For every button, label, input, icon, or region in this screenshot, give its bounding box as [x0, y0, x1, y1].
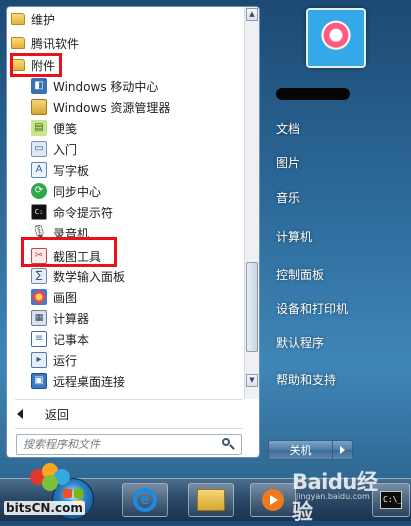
program-label: 远程桌面连接 — [53, 374, 126, 389]
search-input[interactable] — [17, 435, 219, 454]
right-menu-pictures[interactable]: 图片 — [270, 148, 400, 176]
right-menu-music[interactable]: 音乐 — [270, 183, 400, 211]
baidu-watermark-url: jingyan.baidu.com — [296, 492, 370, 501]
command-prompt-icon: C: — [31, 204, 47, 220]
program-label: 入门 — [53, 142, 78, 157]
program-item-notepad[interactable]: ≡ 记事本 — [7, 329, 244, 349]
scroll-down-button[interactable]: ▼ — [246, 374, 258, 387]
program-item-accessories[interactable]: 附件 — [7, 55, 244, 75]
math-input-icon: ∑ — [31, 268, 47, 284]
program-label: Windows 移动中心 — [53, 79, 159, 94]
bitscn-watermark-text: bitsCN.com — [4, 501, 85, 515]
right-menu-documents[interactable]: 文档 — [270, 114, 400, 142]
program-item-mobility-center[interactable]: ◧ Windows 移动中心 — [7, 76, 244, 96]
bitscn-logo-icon — [30, 463, 80, 497]
ie-icon: e — [133, 488, 157, 512]
scroll-up-button[interactable]: ▲ — [246, 8, 258, 21]
program-label: 附件 — [31, 58, 56, 73]
program-item-math-input[interactable]: ∑ 数学输入面板 — [7, 266, 244, 286]
program-label: 命令提示符 — [53, 205, 114, 220]
program-item-explorer[interactable]: Windows 资源管理器 — [7, 97, 244, 117]
explorer-icon — [197, 489, 225, 511]
snipping-tool-icon: ✂ — [31, 248, 47, 264]
search-box[interactable] — [16, 434, 242, 455]
right-menu-computer[interactable]: 计算机 — [270, 222, 400, 250]
program-item-sound-recorder[interactable]: 🎙 录音机 — [7, 223, 244, 243]
program-label: 画图 — [53, 290, 78, 305]
right-menu-control-panel[interactable]: 控制面板 — [270, 260, 400, 288]
program-label: 写字板 — [53, 163, 90, 178]
back-label: 返回 — [45, 407, 70, 422]
remote-desktop-icon: ▣ — [31, 373, 47, 389]
user-avatar[interactable] — [306, 8, 366, 68]
program-label: 维护 — [31, 12, 56, 27]
media-player-icon — [262, 489, 284, 511]
back-button[interactable]: 返回 — [7, 402, 259, 426]
program-item-maintenance[interactable]: 维护 — [7, 9, 244, 29]
program-label: 便笺 — [53, 121, 78, 136]
taskbar-explorer-button[interactable] — [188, 483, 234, 517]
program-item-paint[interactable]: 画图 — [7, 287, 244, 307]
baidu-jingyan-watermark: Baidu经验 jingyan.baidu.com — [292, 452, 390, 524]
back-arrow-icon — [17, 409, 23, 419]
program-item-getting-started[interactable]: ▭ 入门 — [7, 139, 244, 159]
wordpad-icon: A — [31, 162, 47, 178]
program-label: 运行 — [53, 353, 78, 368]
right-menu-help-support[interactable]: 帮助和支持 — [270, 365, 400, 393]
taskbar-ie-button[interactable]: e — [122, 483, 168, 517]
right-menu-default-programs[interactable]: 默认程序 — [270, 328, 400, 356]
search-icon[interactable] — [219, 436, 237, 454]
explorer-icon — [31, 99, 47, 115]
mobility-center-icon: ◧ — [31, 78, 47, 94]
program-item-calculator[interactable]: ▦ 计算器 — [7, 308, 244, 328]
program-item-sticky-notes[interactable]: ▤ 便笺 — [7, 118, 244, 138]
programs-divider — [15, 399, 243, 400]
program-item-tencent[interactable]: 腾讯软件 — [7, 33, 244, 53]
scrollbar-thumb[interactable] — [246, 262, 258, 352]
program-item-sync-center[interactable]: ⟳ 同步中心 — [7, 181, 244, 201]
start-menu-programs-pane: 维护 腾讯软件 附件 ◧ Windows 移动中心 Windows 资源管理器 … — [6, 6, 260, 458]
run-icon: ▸ — [31, 352, 47, 368]
sync-center-icon: ⟳ — [31, 183, 47, 199]
program-item-remote-desktop[interactable]: ▣ 远程桌面连接 — [7, 371, 244, 391]
user-name-redacted[interactable] — [276, 88, 350, 100]
getting-started-icon: ▭ — [31, 141, 47, 157]
program-item-run[interactable]: ▸ 运行 — [7, 350, 244, 370]
all-programs-list: 维护 腾讯软件 附件 ◧ Windows 移动中心 Windows 资源管理器 … — [7, 7, 244, 399]
program-label: Windows 资源管理器 — [53, 100, 171, 115]
taskbar-media-player-button[interactable] — [250, 483, 296, 517]
notepad-icon: ≡ — [31, 331, 47, 347]
folder-open-icon — [11, 59, 25, 71]
program-label: 数学输入面板 — [53, 269, 126, 284]
program-item-snipping-tool[interactable]: ✂ 截图工具 — [7, 246, 244, 266]
program-label: 记事本 — [53, 332, 90, 347]
program-label: 腾讯软件 — [31, 36, 80, 51]
programs-scrollbar[interactable]: ▲ ▼ — [244, 7, 259, 399]
program-label: 计算器 — [53, 311, 90, 326]
bitscn-watermark-logo: bitsCN.com — [2, 463, 90, 520]
program-label: 截图工具 — [53, 249, 102, 264]
program-item-command-prompt[interactable]: C: 命令提示符 — [7, 202, 244, 222]
search-divider — [15, 428, 243, 429]
program-label: 录音机 — [53, 226, 90, 241]
folder-icon — [11, 37, 25, 49]
program-label: 同步中心 — [53, 184, 102, 199]
program-item-wordpad[interactable]: A 写字板 — [7, 160, 244, 180]
folder-icon — [11, 13, 25, 25]
paint-icon — [31, 289, 47, 305]
sound-recorder-icon: 🎙 — [30, 225, 48, 240]
sticky-notes-icon: ▤ — [31, 120, 47, 136]
calculator-icon: ▦ — [31, 310, 47, 326]
right-menu-devices-printers[interactable]: 设备和打印机 — [270, 294, 400, 322]
